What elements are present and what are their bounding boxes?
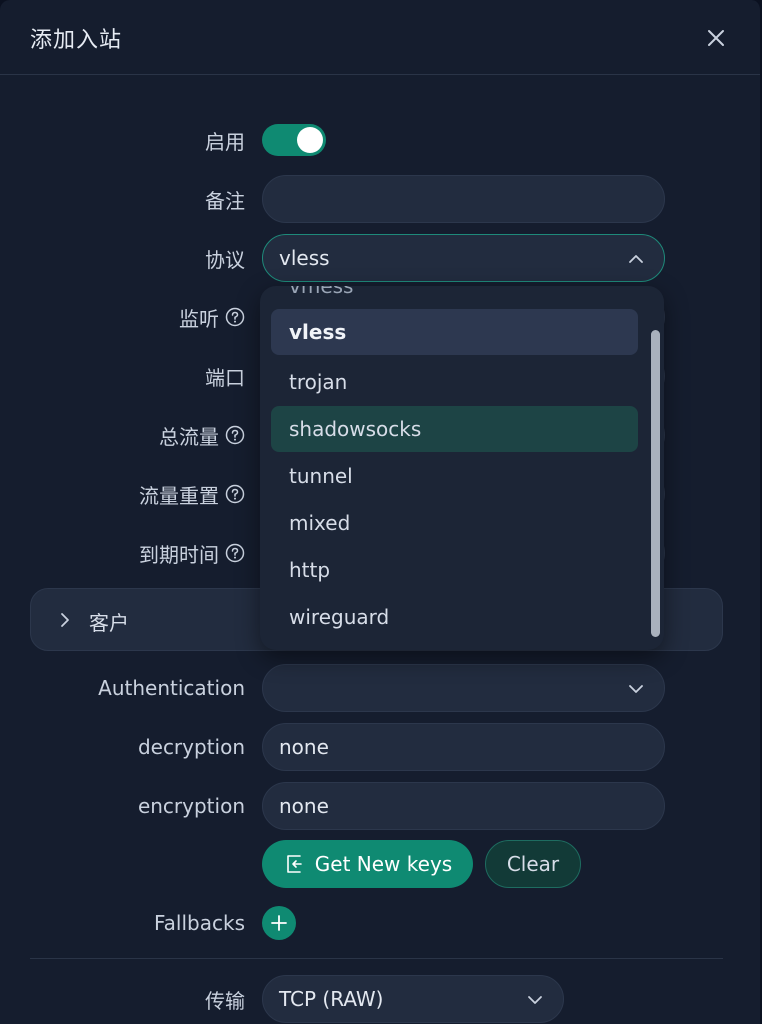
authentication-select[interactable]	[262, 664, 665, 712]
close-button[interactable]	[700, 22, 732, 54]
dropdown-option[interactable]: trojan	[271, 359, 638, 405]
enable-row: 启用	[0, 116, 760, 164]
remark-label: 备注	[205, 188, 245, 213]
remark-row: 备注	[0, 175, 760, 223]
dropdown-option[interactable]: vmess	[289, 286, 353, 298]
modal-title: 添加入站	[30, 28, 123, 53]
get-new-keys-label: Get New keys	[314, 852, 453, 876]
fallbacks-label: Fallbacks	[154, 911, 245, 935]
fallbacks-row: Fallbacks	[0, 899, 760, 947]
listen-label: 监听	[179, 293, 245, 341]
total-traffic-label: 总流量	[159, 411, 245, 459]
encryption-input[interactable]: none	[262, 782, 665, 830]
expiry-label: 到期时间	[139, 529, 245, 577]
clear-button[interactable]: Clear	[485, 840, 581, 888]
add-inbound-modal: 添加入站 启用 备注 协议 vless 监听 端口 总流量 流量重置 到期时间 …	[0, 0, 762, 1024]
chevron-up-icon	[626, 249, 646, 269]
get-new-keys-button[interactable]: Get New keys	[262, 840, 473, 888]
traffic-reset-label-text: 流量重置	[139, 483, 219, 508]
chevron-down-icon	[626, 679, 646, 699]
add-fallback-button[interactable]	[262, 906, 296, 940]
dropdown-option[interactable]: http	[271, 547, 638, 593]
dropdown-option-selected[interactable]: vless	[271, 309, 638, 355]
import-icon	[283, 853, 305, 875]
decryption-row: decryption none	[0, 723, 760, 771]
remark-input[interactable]	[262, 175, 665, 223]
decryption-input[interactable]: none	[262, 723, 665, 771]
dropdown-scrollbar[interactable]	[651, 330, 660, 637]
chevron-down-icon	[525, 990, 545, 1010]
transport-select[interactable]: TCP (RAW)	[262, 975, 564, 1023]
question-circle-icon[interactable]	[225, 484, 245, 504]
protocol-row: 协议 vless	[0, 234, 760, 282]
port-label: 端口	[205, 365, 245, 390]
chevron-right-icon	[55, 610, 75, 630]
dropdown-option-hovered[interactable]: shadowsocks	[271, 406, 638, 452]
divider	[30, 958, 723, 959]
protocol-dropdown: vmess vless trojan shadowsocks tunnel mi…	[260, 286, 664, 650]
protocol-label: 协议	[205, 247, 245, 272]
clients-label: 客户	[89, 611, 129, 635]
transport-row: 传输 TCP (RAW)	[0, 975, 760, 1023]
question-circle-icon[interactable]	[225, 307, 245, 327]
total-traffic-label-text: 总流量	[159, 424, 219, 449]
transport-label: 传输	[205, 988, 245, 1013]
decryption-label: decryption	[137, 735, 245, 759]
authentication-row: Authentication	[0, 664, 760, 712]
modal-header: 添加入站	[0, 0, 760, 75]
encryption-label: encryption	[137, 794, 245, 818]
protocol-select[interactable]: vless	[262, 234, 665, 282]
toggle-knob	[297, 127, 323, 153]
transport-value: TCP (RAW)	[279, 987, 384, 1011]
dropdown-option[interactable]: tunnel	[271, 453, 638, 499]
dropdown-option[interactable]: mixed	[271, 500, 638, 546]
traffic-reset-label: 流量重置	[139, 470, 245, 518]
enable-label: 启用	[205, 129, 245, 154]
plus-icon	[271, 915, 287, 931]
listen-label-text: 监听	[179, 306, 219, 331]
protocol-value: vless	[279, 246, 330, 270]
encryption-row: encryption none	[0, 782, 760, 830]
authentication-label: Authentication	[98, 676, 245, 700]
dropdown-option[interactable]: wireguard	[271, 594, 638, 640]
close-icon	[708, 30, 724, 46]
enable-toggle[interactable]	[262, 124, 326, 156]
expiry-label-text: 到期时间	[139, 542, 219, 567]
question-circle-icon[interactable]	[225, 425, 245, 445]
question-circle-icon[interactable]	[225, 543, 245, 563]
